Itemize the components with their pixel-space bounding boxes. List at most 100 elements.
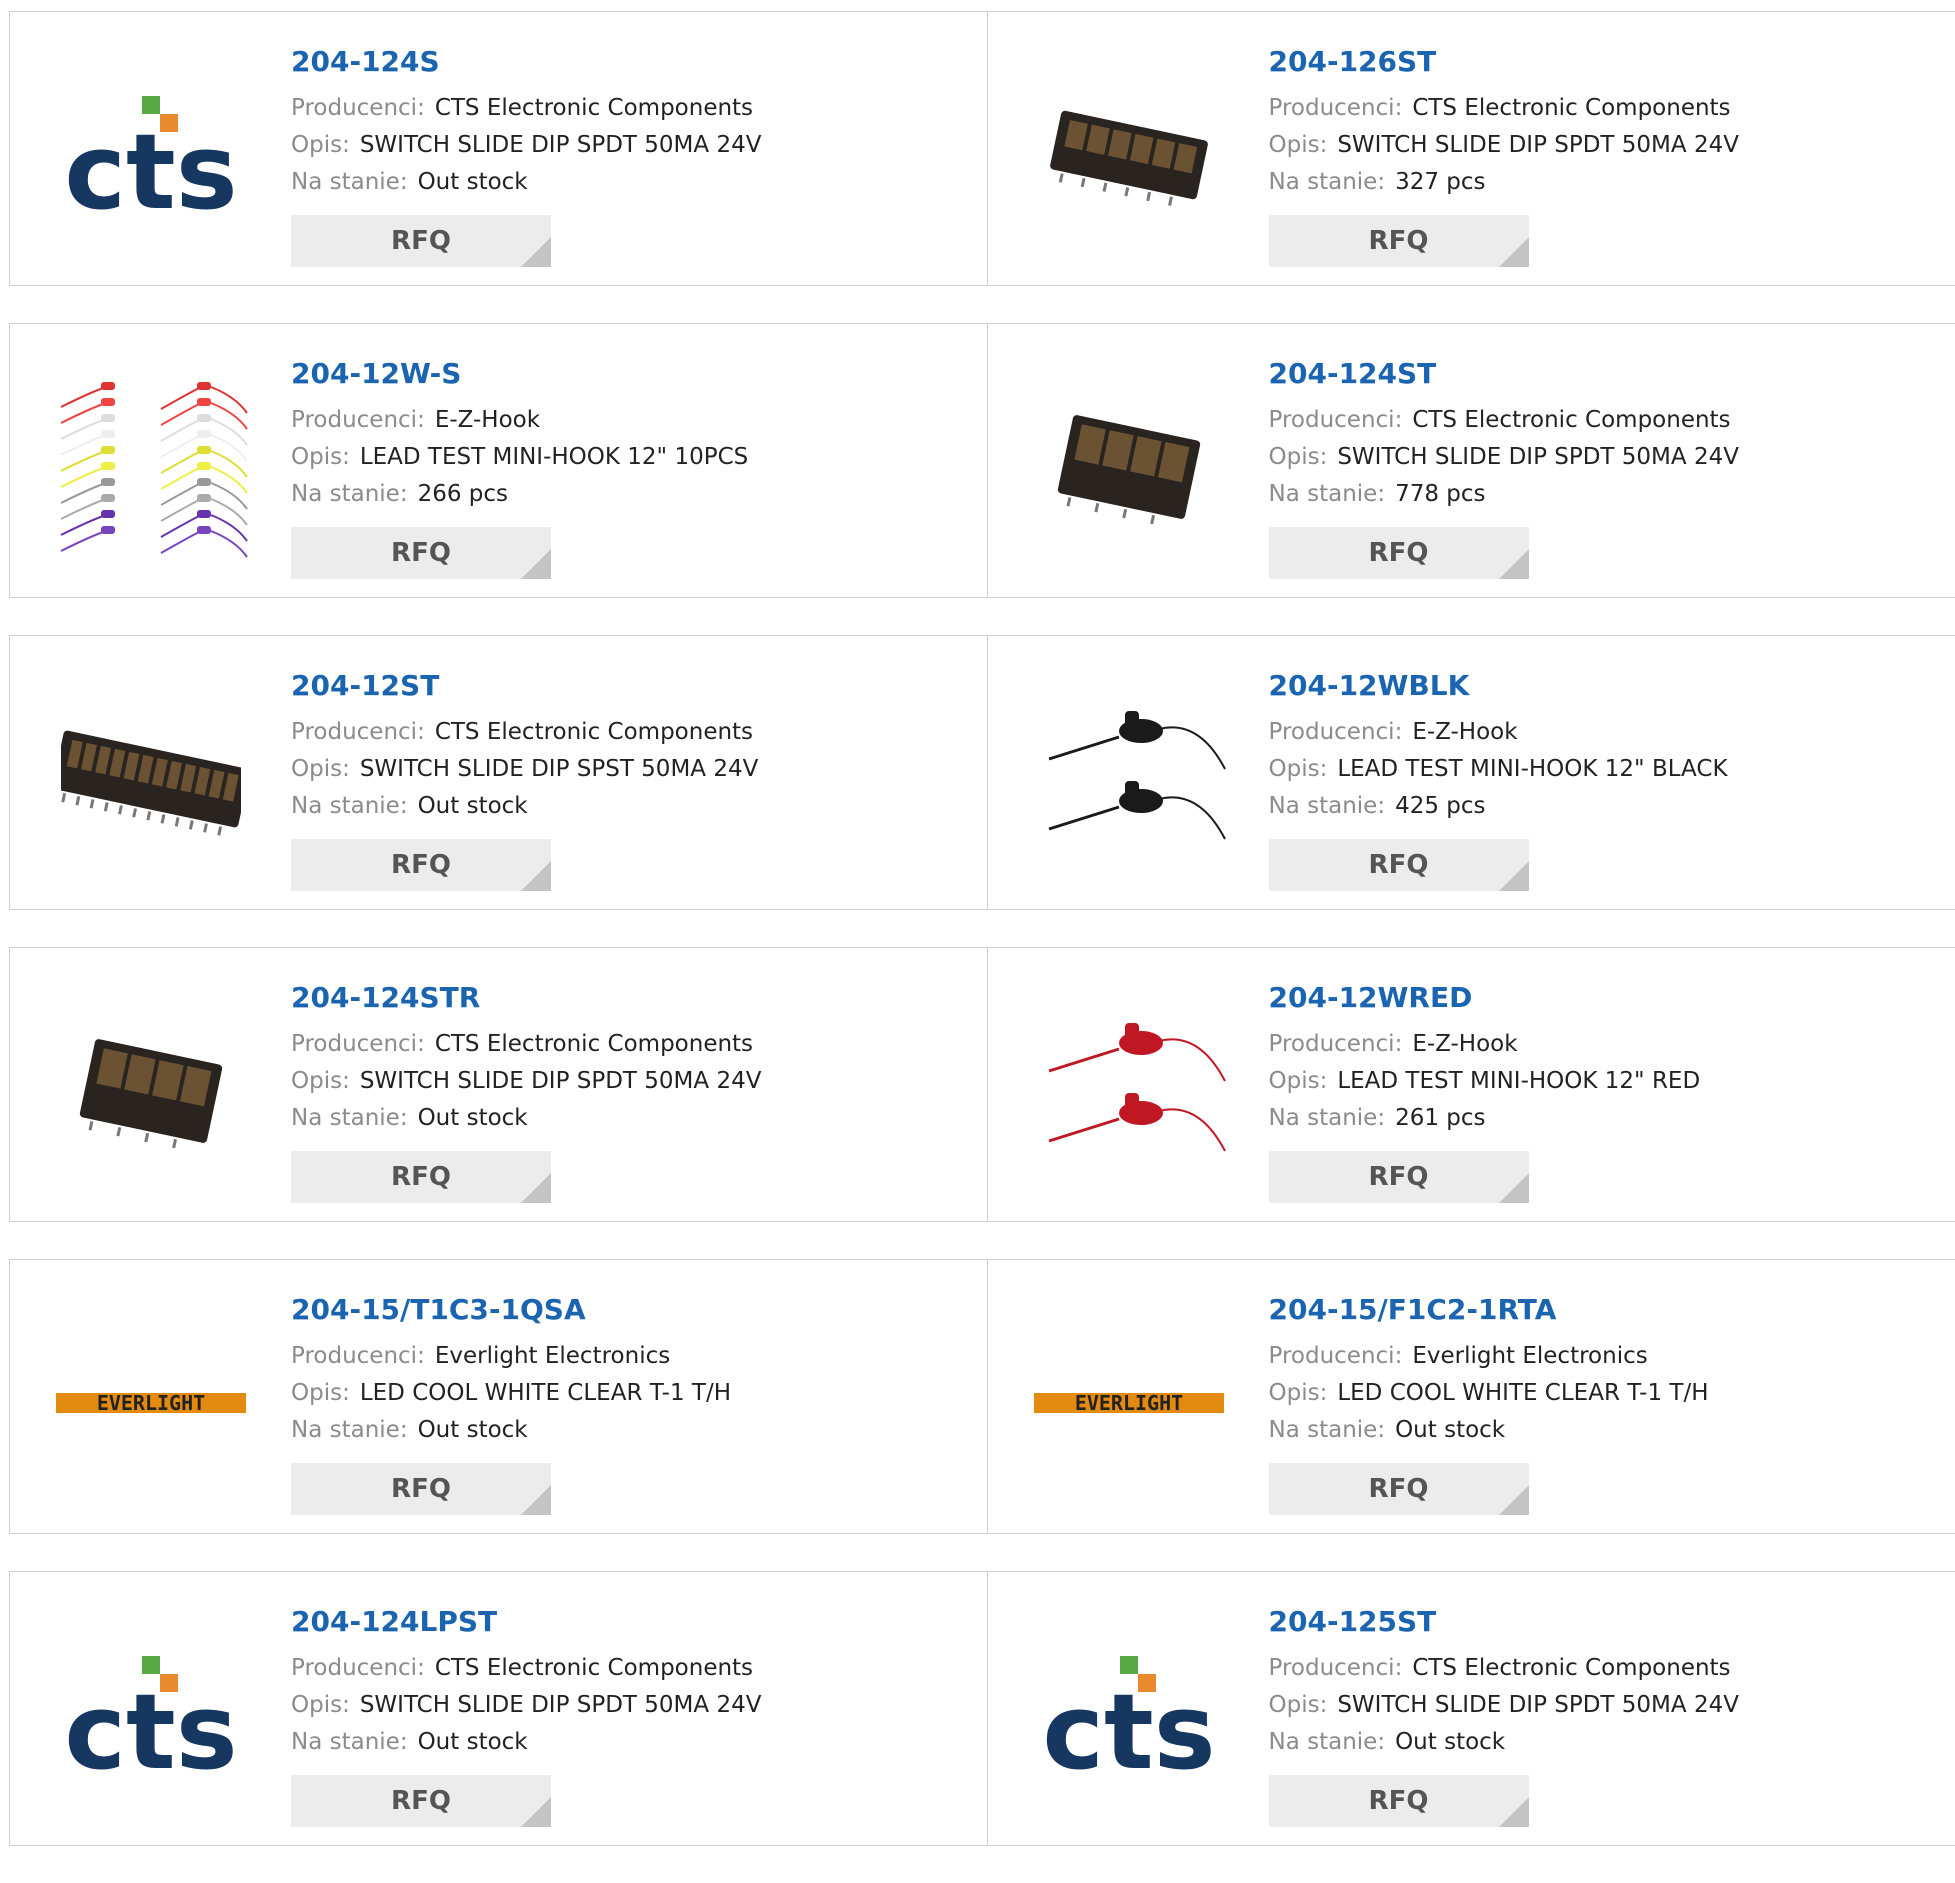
product-card: 204-12WRED Producenci:E-Z-Hook Opis:LEAD…: [987, 948, 1955, 1221]
product-info: 204-12W-S Producenci:E-Z-Hook Opis:LEAD …: [291, 356, 748, 579]
product-card: EVERLIGHT 204-15/T1C3-1QSA Producenci:Ev…: [10, 1260, 987, 1533]
stock-value: 425 pcs: [1395, 793, 1485, 819]
product-row: 204-12W-S Producenci:E-Z-Hook Opis:LEAD …: [9, 323, 1955, 598]
rfq-button-label: RFQ: [1369, 538, 1429, 568]
product-image[interactable]: cts: [48, 1612, 254, 1818]
rfq-button[interactable]: RFQ: [291, 1775, 551, 1827]
description-value: SWITCH SLIDE DIP SPDT 50MA 24V: [360, 1692, 762, 1718]
stock-line: Na stanie:Out stock: [291, 788, 758, 825]
stock-value: Out stock: [1395, 1417, 1505, 1443]
part-number-link[interactable]: 204-15/T1C3-1QSA: [291, 1292, 731, 1328]
rfq-button[interactable]: RFQ: [291, 839, 551, 891]
stock-value: 327 pcs: [1395, 169, 1485, 195]
product-image[interactable]: EVERLIGHT: [1026, 1300, 1232, 1506]
manufacturer-line: Producenci:CTS Electronic Components: [291, 1650, 761, 1687]
description-value: LED COOL WHITE CLEAR T-1 T/H: [360, 1380, 731, 1406]
product-image[interactable]: [48, 676, 254, 882]
part-number-link[interactable]: 204-126ST: [1269, 44, 1739, 80]
stock-label: Na stanie:: [1269, 1729, 1386, 1755]
svg-text:cts: cts: [64, 1671, 237, 1780]
description-line: Opis:LEAD TEST MINI-HOOK 12" RED: [1269, 1063, 1701, 1100]
part-number-link[interactable]: 204-124LPST: [291, 1604, 761, 1640]
product-info: 204-15/F1C2-1RTA Producenci:Everlight El…: [1269, 1292, 1709, 1515]
manufacturer-value: E-Z-Hook: [435, 407, 540, 433]
description-value: LED COOL WHITE CLEAR T-1 T/H: [1337, 1380, 1708, 1406]
description-label: Opis:: [1269, 1380, 1328, 1406]
rfq-button[interactable]: RFQ: [1269, 215, 1529, 267]
stock-line: Na stanie:Out stock: [291, 1412, 731, 1449]
manufacturer-value: CTS Electronic Components: [1412, 1655, 1730, 1681]
product-image[interactable]: [1026, 676, 1232, 882]
manufacturer-value: CTS Electronic Components: [435, 1655, 753, 1681]
manufacturer-label: Producenci:: [1269, 719, 1403, 745]
stock-line: Na stanie:778 pcs: [1269, 476, 1739, 513]
manufacturer-line: Producenci:CTS Electronic Components: [291, 714, 758, 751]
product-image[interactable]: [1026, 364, 1232, 570]
description-label: Opis:: [1269, 756, 1328, 782]
stock-label: Na stanie:: [1269, 481, 1386, 507]
everlight-logo-icon: EVERLIGHT: [56, 1388, 246, 1418]
part-number-link[interactable]: 204-124S: [291, 44, 761, 80]
corner-triangle-icon: [521, 1485, 551, 1515]
rfq-button[interactable]: RFQ: [1269, 1463, 1529, 1515]
product-image[interactable]: cts: [1026, 1612, 1232, 1818]
description-line: Opis:SWITCH SLIDE DIP SPDT 50MA 24V: [1269, 1687, 1739, 1724]
stock-label: Na stanie:: [291, 169, 408, 195]
product-info: 204-12WRED Producenci:E-Z-Hook Opis:LEAD…: [1269, 980, 1701, 1203]
part-number-link[interactable]: 204-12W-S: [291, 356, 748, 392]
rfq-button[interactable]: RFQ: [291, 527, 551, 579]
description-line: Opis:SWITCH SLIDE DIP SPDT 50MA 24V: [1269, 439, 1739, 476]
product-row: EVERLIGHT 204-15/T1C3-1QSA Producenci:Ev…: [9, 1259, 1955, 1534]
product-image[interactable]: cts: [48, 52, 254, 258]
manufacturer-label: Producenci:: [1269, 1031, 1403, 1057]
product-card: 204-12ST Producenci:CTS Electronic Compo…: [10, 636, 987, 909]
description-label: Opis:: [1269, 1692, 1328, 1718]
part-number-link[interactable]: 204-124STR: [291, 980, 761, 1016]
stock-label: Na stanie:: [291, 793, 408, 819]
manufacturer-line: Producenci:CTS Electronic Components: [291, 90, 761, 127]
rfq-button[interactable]: RFQ: [1269, 1151, 1529, 1203]
part-number-link[interactable]: 204-12ST: [291, 668, 758, 704]
product-row: 204-12ST Producenci:CTS Electronic Compo…: [9, 635, 1955, 910]
product-card: cts 204-124S Producenci:CTS Electronic C…: [10, 12, 987, 285]
manufacturer-value: CTS Electronic Components: [1412, 95, 1730, 121]
rfq-button[interactable]: RFQ: [1269, 839, 1529, 891]
part-number-link[interactable]: 204-125ST: [1269, 1604, 1739, 1640]
rfq-button[interactable]: RFQ: [291, 1463, 551, 1515]
product-card: cts 204-125ST Producenci:CTS Electronic …: [987, 1572, 1955, 1845]
product-image[interactable]: [1026, 52, 1232, 258]
description-line: Opis:LEAD TEST MINI-HOOK 12" BLACK: [1269, 751, 1728, 788]
part-number-link[interactable]: 204-12WBLK: [1269, 668, 1728, 704]
part-number-link[interactable]: 204-15/F1C2-1RTA: [1269, 1292, 1709, 1328]
rfq-button[interactable]: RFQ: [1269, 527, 1529, 579]
svg-text:EVERLIGHT: EVERLIGHT: [97, 1391, 205, 1415]
description-label: Opis:: [291, 444, 350, 470]
stock-label: Na stanie:: [291, 1417, 408, 1443]
part-number-link[interactable]: 204-124ST: [1269, 356, 1739, 392]
stock-line: Na stanie:266 pcs: [291, 476, 748, 513]
corner-triangle-icon: [1499, 1485, 1529, 1515]
rfq-button-label: RFQ: [1369, 850, 1429, 880]
description-value: SWITCH SLIDE DIP SPDT 50MA 24V: [360, 132, 762, 158]
product-image[interactable]: EVERLIGHT: [48, 1300, 254, 1506]
description-value: LEAD TEST MINI-HOOK 12" RED: [1337, 1068, 1700, 1094]
part-number-link[interactable]: 204-12WRED: [1269, 980, 1701, 1016]
product-row: cts 204-124S Producenci:CTS Electronic C…: [9, 11, 1955, 286]
stock-line: Na stanie:425 pcs: [1269, 788, 1728, 825]
rfq-button[interactable]: RFQ: [291, 1151, 551, 1203]
manufacturer-value: Everlight Electronics: [1412, 1343, 1647, 1369]
test-leads-red-icon: [1029, 1001, 1229, 1181]
product-image[interactable]: [48, 988, 254, 1194]
rfq-button-label: RFQ: [391, 1162, 451, 1192]
rfq-button-label: RFQ: [1369, 1162, 1429, 1192]
product-image[interactable]: [48, 364, 254, 570]
rfq-button[interactable]: RFQ: [291, 215, 551, 267]
product-image[interactable]: [1026, 988, 1232, 1194]
stock-value: 266 pcs: [418, 481, 508, 507]
manufacturer-value: CTS Electronic Components: [435, 1031, 753, 1057]
product-card: cts 204-124LPST Producenci:CTS Electroni…: [10, 1572, 987, 1845]
corner-triangle-icon: [521, 549, 551, 579]
description-line: Opis:LED COOL WHITE CLEAR T-1 T/H: [291, 1375, 731, 1412]
description-line: Opis:SWITCH SLIDE DIP SPDT 50MA 24V: [291, 1063, 761, 1100]
rfq-button[interactable]: RFQ: [1269, 1775, 1529, 1827]
